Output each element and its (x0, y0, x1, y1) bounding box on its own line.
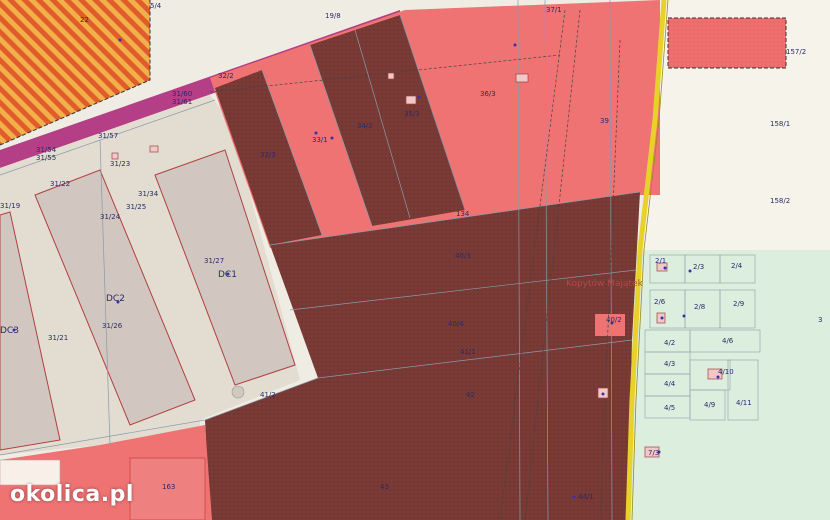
plot-label: 40/3 (455, 252, 471, 260)
plot-label: 41/1 (460, 348, 476, 356)
plot-label: 4/9 (704, 401, 715, 409)
pink-parcel-157-2 (667, 17, 787, 69)
plot-label: 31/22 (50, 180, 70, 188)
plot-label: 36/3 (480, 90, 496, 98)
plot-label: 31/34 (138, 190, 159, 198)
plot-label: 158/2 (770, 197, 790, 205)
plot-label: 3 (818, 316, 822, 324)
plot-label: 31/27 (204, 257, 224, 265)
plot-label: 163 (162, 483, 175, 491)
building-label: DC1 (218, 270, 237, 280)
plot-label: 2/4 (731, 262, 743, 270)
building-label: DC2 (106, 294, 125, 304)
plot-label: 4/4 (664, 380, 676, 388)
plot-label: 2/9 (733, 300, 744, 308)
plot-label: 157/2 (786, 48, 806, 56)
plot-label: 41/2 (260, 391, 276, 399)
plot-label: 34/2 (357, 122, 373, 130)
plot-label: 31/25 (126, 203, 146, 211)
plot-label: 31/26 (102, 322, 123, 330)
plot-label: 4/2 (664, 339, 675, 347)
plot-label: 134 (456, 210, 470, 218)
plot-label: 2/6 (654, 298, 666, 306)
street-name-label: Kopytów Majątek (566, 278, 644, 289)
plot-label: 33/1 (312, 136, 328, 144)
plot-label: 19/8 (325, 12, 341, 20)
plot-label: 5/4 (150, 2, 162, 10)
plot-label: 37/1 (546, 6, 562, 14)
plot-label: 4/6 (722, 337, 734, 345)
plot-label: 4/5 (664, 404, 675, 412)
plot-label: 32/3 (260, 151, 276, 159)
plot-label: 2/8 (694, 303, 705, 311)
plot-label: 4/10 (718, 368, 734, 376)
plot-label: 22 (80, 16, 89, 24)
plot-label: 4/3 (664, 360, 675, 368)
plot-label: 44/1 (578, 493, 594, 501)
plot-label: 31/24 (100, 213, 121, 221)
plot-label: 31/60 (172, 90, 192, 98)
plot-label: 2/3 (693, 263, 704, 271)
parcel-map[interactable]: Kopytów Majątek DC1 DC2 DC3 5/4 22 19/8 … (0, 0, 830, 520)
plot-label: 31/21 (48, 334, 68, 342)
plot-label: 31/19 (0, 202, 20, 210)
plot-label: 31/54 (36, 146, 57, 154)
plot-label: 7/3 (648, 449, 659, 457)
plot-label: 31/61 (172, 98, 192, 106)
plot-label: 35/3 (404, 110, 420, 118)
plot-label: 39 (600, 117, 609, 125)
plot-label: 158/1 (770, 120, 790, 128)
plot-label: 31/57 (98, 132, 118, 140)
roundabout (231, 385, 245, 399)
plot-label: 31/23 (110, 160, 130, 168)
plot-label: 40/4 (448, 320, 464, 328)
plot-label: 4/11 (736, 399, 752, 407)
plot-label: 32/2 (218, 72, 234, 80)
watermark-logo: okolica.pl (10, 482, 134, 507)
plot-label: 2/1 (655, 257, 666, 265)
plot-label: 42 (466, 391, 475, 399)
plot-label: 43 (380, 483, 389, 491)
plot-label: 40/2 (606, 316, 622, 324)
building-label: DC3 (0, 326, 19, 336)
plot-label: 31/55 (36, 154, 56, 162)
